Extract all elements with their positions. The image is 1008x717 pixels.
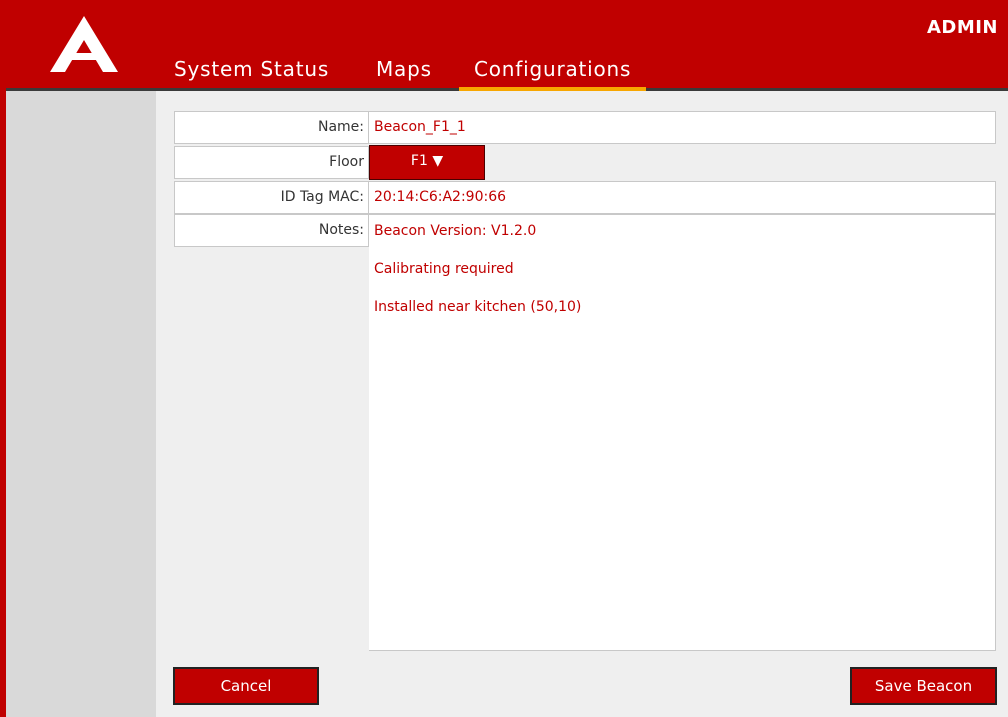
- mac-label: ID Tag MAC:: [174, 181, 369, 214]
- tab-configurations[interactable]: Configurations: [474, 56, 631, 82]
- tab-maps[interactable]: Maps: [376, 56, 432, 82]
- notes-line: Calibrating required: [374, 261, 514, 277]
- floor-label: Floor: [174, 146, 369, 179]
- cancel-button[interactable]: Cancel: [173, 667, 319, 705]
- mac-field[interactable]: 20:14:C6:A2:90:66: [369, 181, 996, 214]
- notes-line: Beacon Version: V1.2.0: [374, 223, 537, 239]
- app-window: ADMIN System Status Maps Configurations …: [0, 0, 1008, 717]
- name-field[interactable]: Beacon_F1_1: [369, 111, 996, 144]
- sidebar: [6, 91, 156, 717]
- save-beacon-button[interactable]: Save Beacon: [850, 667, 997, 705]
- notes-textarea[interactable]: Beacon Version: V1.2.0 Calibrating requi…: [369, 214, 996, 651]
- name-label: Name:: [174, 111, 369, 144]
- user-role-label[interactable]: ADMIN: [927, 17, 998, 38]
- tab-system-status[interactable]: System Status: [174, 56, 329, 82]
- notes-label: Notes:: [174, 214, 369, 247]
- floor-dropdown[interactable]: F1 ▼: [369, 145, 485, 180]
- a-logo-icon[interactable]: [44, 14, 124, 76]
- notes-line: Installed near kitchen (50,10): [374, 299, 582, 315]
